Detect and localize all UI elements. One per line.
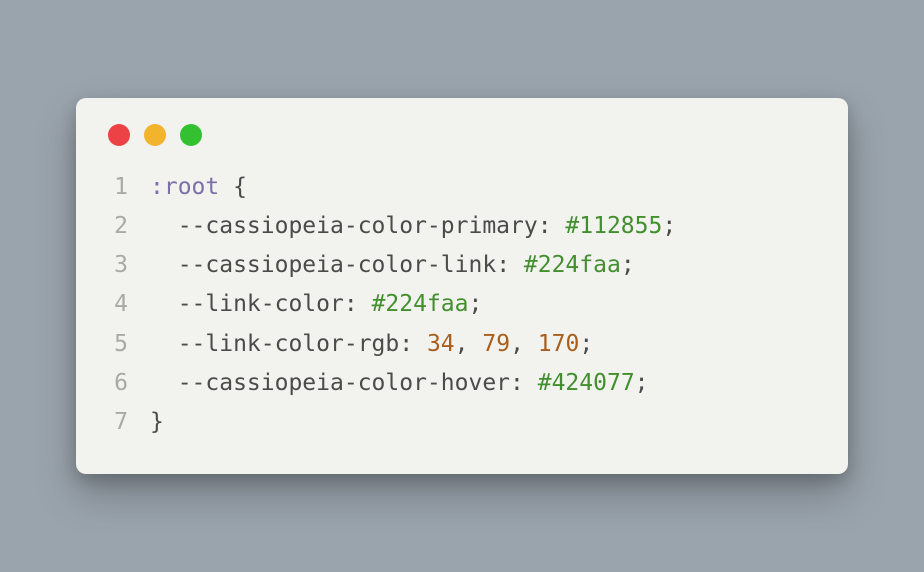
token-punc: ; [662, 213, 676, 239]
token-prop: --cassiopeia-color-hover [178, 370, 510, 396]
token-punc: ; [621, 252, 635, 278]
token-prop: --cassiopeia-color-link [178, 252, 497, 278]
token-punc: } [150, 409, 164, 435]
token-val: #424077 [538, 370, 635, 396]
token-sel: :root [150, 174, 233, 200]
code-window: 1:root {2--cassiopeia-color-primary: #11… [76, 98, 848, 474]
line-content: --cassiopeia-color-hover: #424077; [150, 364, 649, 403]
token-punc: { [233, 174, 247, 200]
token-punc: ; [469, 291, 483, 317]
token-prop: --link-color [178, 291, 344, 317]
token-val: #224faa [372, 291, 469, 317]
token-punc: ; [635, 370, 649, 396]
close-icon[interactable] [108, 124, 130, 146]
code-line[interactable]: 7} [106, 403, 818, 442]
line-number: 4 [106, 285, 150, 324]
code-line[interactable]: 2--cassiopeia-color-primary: #112855; [106, 207, 818, 246]
code-line[interactable]: 1:root { [106, 168, 818, 207]
code-line[interactable]: 4--link-color: #224faa; [106, 285, 818, 324]
token-prop: --link-color-rgb [178, 331, 400, 357]
line-content: } [150, 403, 164, 442]
token-num: 79 [482, 331, 510, 357]
token-val: #112855 [565, 213, 662, 239]
token-punc: : [399, 331, 427, 357]
token-punc: ; [579, 331, 593, 357]
code-line[interactable]: 6--cassiopeia-color-hover: #424077; [106, 364, 818, 403]
line-content: :root { [150, 168, 247, 207]
line-number: 7 [106, 403, 150, 442]
line-number: 6 [106, 364, 150, 403]
line-content: --link-color-rgb: 34, 79, 170; [150, 325, 593, 364]
line-number: 1 [106, 168, 150, 207]
token-punc: : [344, 291, 372, 317]
token-punc: , [455, 331, 483, 357]
token-num: 34 [427, 331, 455, 357]
token-val: #224faa [524, 252, 621, 278]
code-line[interactable]: 3--cassiopeia-color-link: #224faa; [106, 246, 818, 285]
token-num: 170 [538, 331, 580, 357]
traffic-lights [108, 124, 818, 146]
line-number: 2 [106, 207, 150, 246]
minimize-icon[interactable] [144, 124, 166, 146]
line-content: --cassiopeia-color-primary: #112855; [150, 207, 676, 246]
token-punc: : [538, 213, 566, 239]
code-line[interactable]: 5--link-color-rgb: 34, 79, 170; [106, 325, 818, 364]
token-prop: --cassiopeia-color-primary [178, 213, 538, 239]
line-number: 5 [106, 325, 150, 364]
line-content: --link-color: #224faa; [150, 285, 482, 324]
line-content: --cassiopeia-color-link: #224faa; [150, 246, 635, 285]
line-number: 3 [106, 246, 150, 285]
token-punc: : [510, 370, 538, 396]
code-editor[interactable]: 1:root {2--cassiopeia-color-primary: #11… [106, 168, 818, 442]
token-punc: : [496, 252, 524, 278]
token-punc: , [510, 331, 538, 357]
zoom-icon[interactable] [180, 124, 202, 146]
